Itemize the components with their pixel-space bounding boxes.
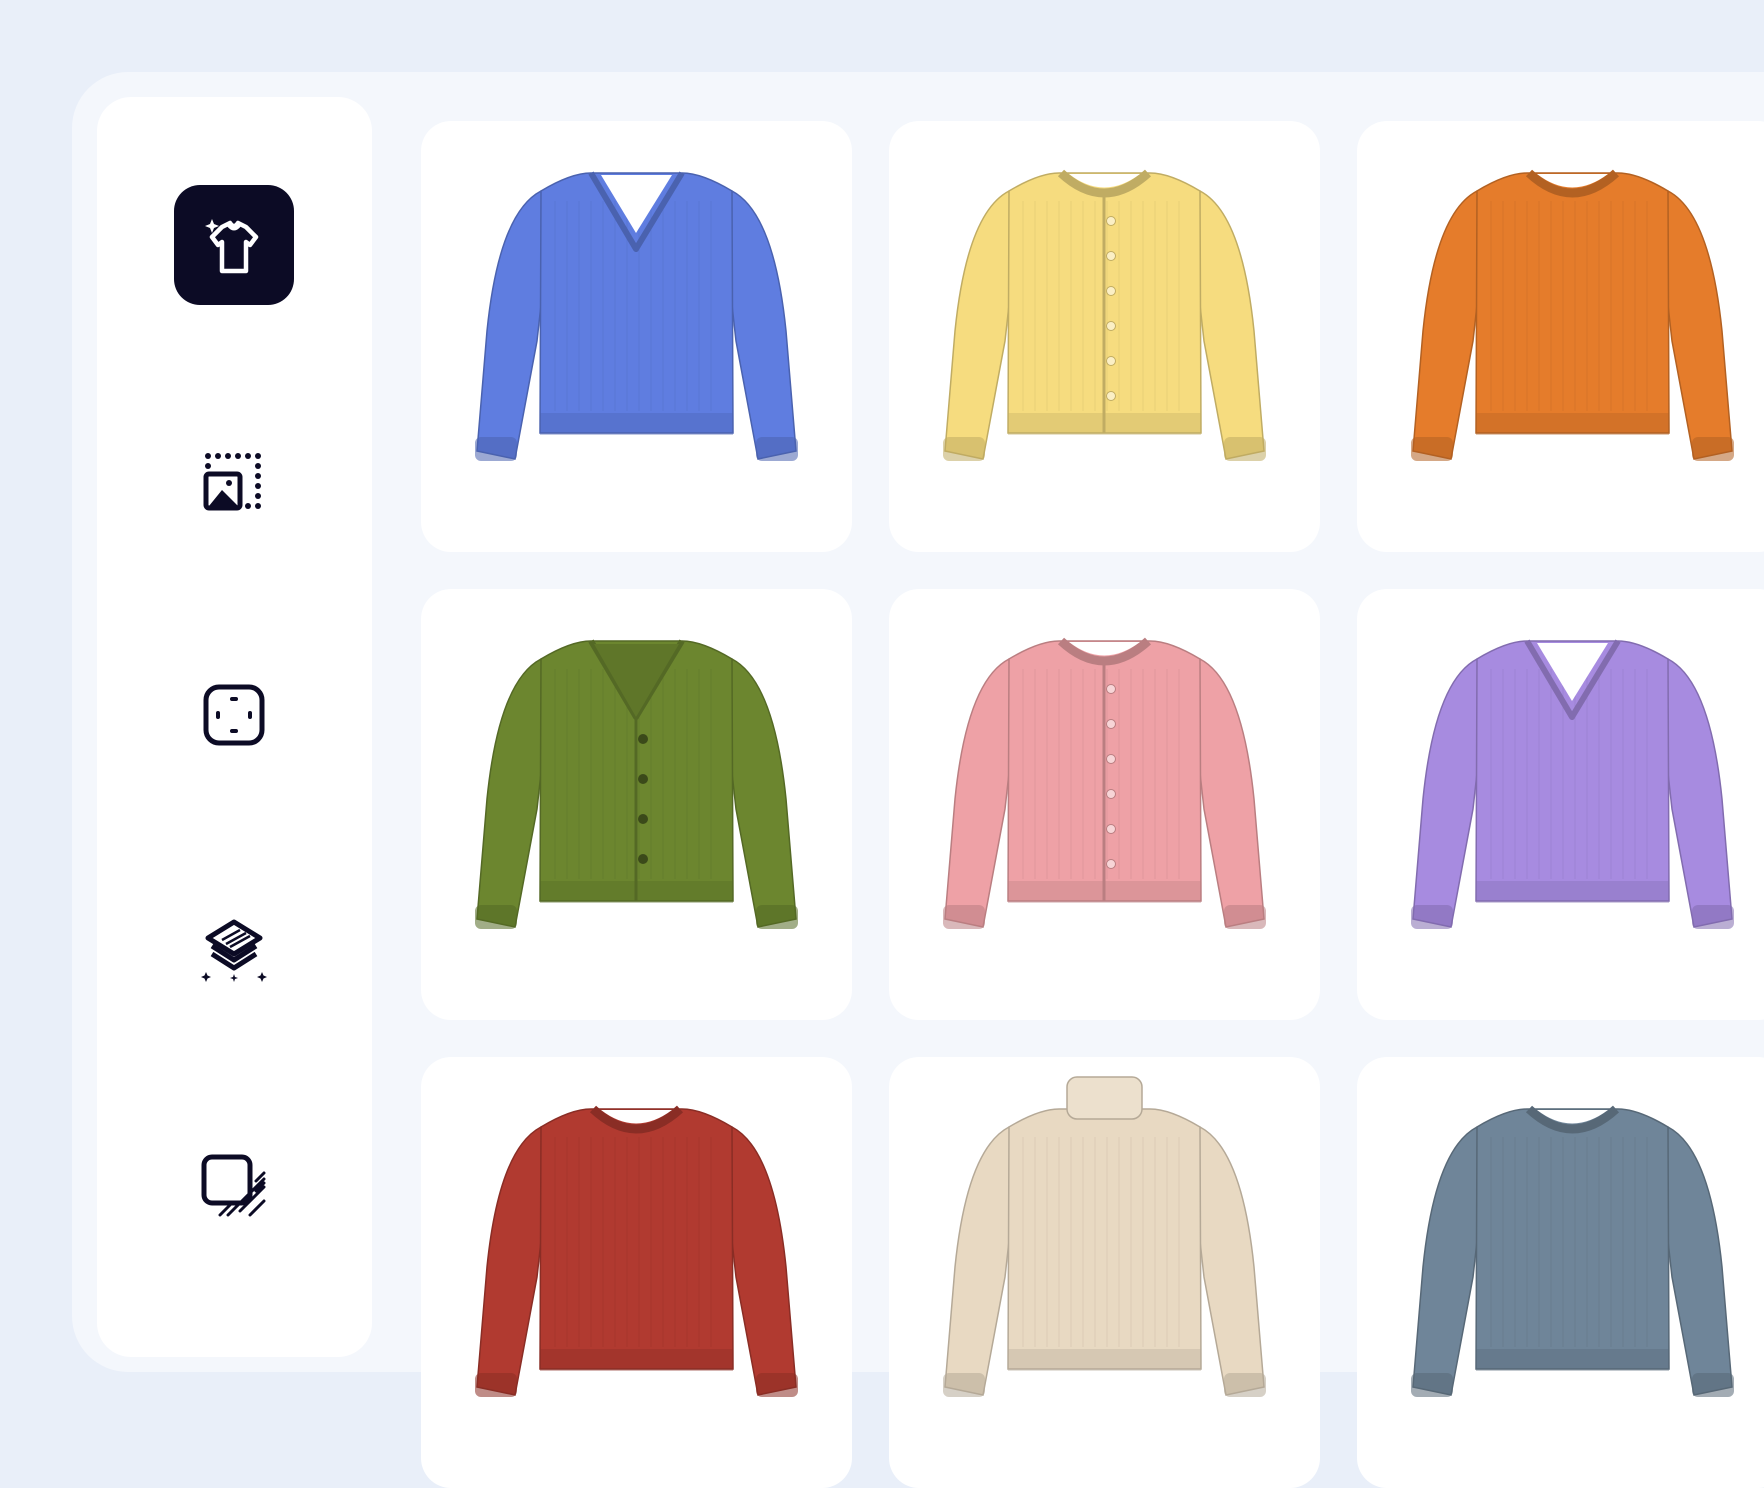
garment-illustration — [475, 171, 798, 461]
product-image — [475, 639, 798, 929]
product-card[interactable] — [1357, 589, 1764, 1020]
shadow-tool-button[interactable] — [189, 1142, 279, 1232]
garment-illustration — [475, 639, 798, 929]
product-image — [475, 171, 798, 461]
product-card[interactable] — [1357, 1057, 1764, 1488]
product-image — [943, 637, 1266, 929]
layers-tool-button[interactable] — [189, 905, 279, 995]
focus-tool-button[interactable] — [189, 670, 279, 760]
layers-sparkle-icon — [201, 919, 267, 982]
product-image — [475, 1105, 798, 1397]
garment-illustration — [1411, 169, 1734, 461]
garment-illustration — [943, 1076, 1266, 1397]
product-card[interactable] — [889, 121, 1320, 552]
product-image — [1411, 639, 1734, 929]
product-card[interactable] — [421, 589, 852, 1020]
garment-illustration — [1411, 639, 1734, 929]
garment-illustration — [475, 1105, 798, 1397]
image-crop-tool-button[interactable] — [189, 437, 279, 527]
product-image — [943, 169, 1266, 461]
garment-illustration — [943, 637, 1266, 929]
product-image — [1411, 1105, 1734, 1397]
product-card[interactable] — [1357, 121, 1764, 552]
garment-illustration — [1411, 1105, 1734, 1397]
product-card[interactable] — [421, 1057, 852, 1488]
product-card[interactable] — [889, 589, 1320, 1020]
garment-illustration — [943, 169, 1266, 461]
image-crop-frame-icon — [203, 453, 261, 511]
focus-frame-icon — [203, 684, 265, 746]
brand-button[interactable] — [174, 185, 294, 305]
square-shadow-icon — [201, 1154, 266, 1217]
product-card[interactable] — [421, 121, 852, 552]
product-image — [1411, 169, 1734, 461]
product-image — [943, 1076, 1266, 1397]
tshirt-sparkle-icon — [205, 219, 259, 274]
product-card[interactable] — [889, 1057, 1320, 1488]
sidebar — [97, 97, 372, 1357]
